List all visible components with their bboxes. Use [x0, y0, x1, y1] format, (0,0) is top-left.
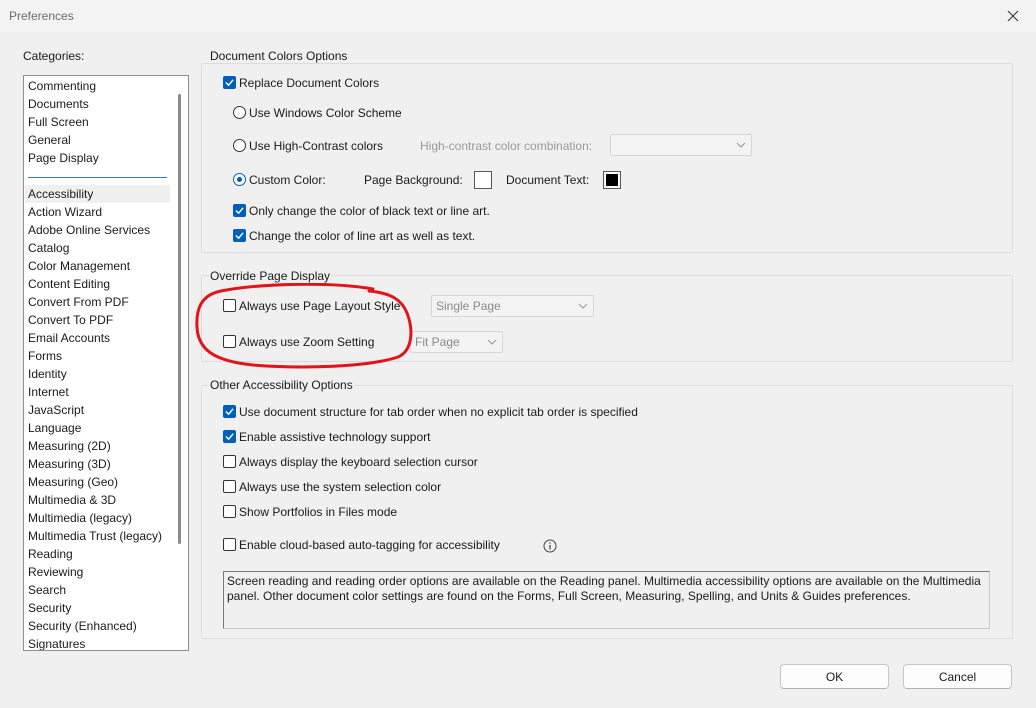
- document-colors-title: Document Colors Options: [209, 49, 349, 63]
- category-item-convert-to-pdf[interactable]: Convert To PDF: [28, 311, 170, 329]
- page-layout-combo-value: Single Page: [436, 299, 501, 313]
- category-item-signatures[interactable]: Signatures: [28, 635, 170, 650]
- checkmark-icon: [225, 79, 234, 87]
- system-selection-color-checkbox[interactable]: [223, 480, 236, 493]
- category-item-identity[interactable]: Identity: [28, 365, 170, 383]
- category-item-accessibility[interactable]: Accessibility: [25, 185, 170, 203]
- category-item-measuring-2d[interactable]: Measuring (2D): [28, 437, 170, 455]
- ok-button[interactable]: OK: [780, 664, 889, 689]
- checkmark-icon: [235, 232, 244, 240]
- category-item-color-management[interactable]: Color Management: [28, 257, 170, 275]
- tab-order-checkbox[interactable]: [223, 405, 236, 418]
- zoom-setting-checkbox[interactable]: [223, 335, 236, 348]
- page-layout-label: Always use Page Layout Style: [239, 299, 401, 313]
- high-contrast-radio[interactable]: [233, 139, 246, 152]
- category-item-general[interactable]: General: [28, 131, 170, 149]
- line-art-label: Change the color of line art as well as …: [249, 229, 476, 243]
- category-item-documents[interactable]: Documents: [28, 95, 170, 113]
- portfolios-files-mode-label: Show Portfolios in Files mode: [239, 505, 398, 519]
- category-item-multimedia-trust-legacy[interactable]: Multimedia Trust (legacy): [28, 527, 170, 545]
- category-divider: [28, 177, 167, 178]
- zoom-setting-combo-value: Fit Page: [415, 335, 460, 349]
- category-item-forms[interactable]: Forms: [28, 347, 170, 365]
- category-item-security[interactable]: Security: [28, 599, 170, 617]
- keyboard-cursor-label: Always display the keyboard selection cu…: [239, 455, 478, 469]
- zoom-setting-combo[interactable]: Fit Page: [410, 331, 503, 353]
- windows-color-scheme-label: Use Windows Color Scheme: [249, 106, 402, 120]
- category-item-javascript[interactable]: JavaScript: [28, 401, 170, 419]
- category-item-convert-from-pdf[interactable]: Convert From PDF: [28, 293, 170, 311]
- title-bar: Preferences: [0, 0, 1036, 32]
- keyboard-cursor-checkbox[interactable]: [223, 455, 236, 468]
- category-item-security-enhanced[interactable]: Security (Enhanced): [28, 617, 170, 635]
- categories-list[interactable]: Commenting Documents Full Screen General…: [23, 75, 189, 651]
- override-page-display-title: Override Page Display: [209, 269, 332, 283]
- category-item-multimedia-legacy[interactable]: Multimedia (legacy): [28, 509, 170, 527]
- category-item-language[interactable]: Language: [28, 419, 170, 437]
- chevron-down-icon: [487, 339, 497, 345]
- category-item-adobe-online-services[interactable]: Adobe Online Services: [28, 221, 170, 239]
- other-accessibility-title: Other Accessibility Options: [209, 378, 354, 392]
- tab-order-label: Use document structure for tab order whe…: [239, 405, 638, 419]
- replace-colors-label: Replace Document Colors: [239, 76, 380, 90]
- category-item-full-screen[interactable]: Full Screen: [28, 113, 170, 131]
- accessibility-info-text: Screen reading and reading order options…: [223, 571, 990, 629]
- document-colors-group: [201, 63, 1013, 253]
- checkmark-icon: [235, 207, 244, 215]
- high-contrast-label: Use High-Contrast colors: [249, 139, 384, 153]
- assistive-tech-label: Enable assistive technology support: [239, 430, 431, 444]
- zoom-setting-label: Always use Zoom Setting: [239, 335, 375, 349]
- custom-color-radio[interactable]: [233, 173, 246, 186]
- category-item-content-editing[interactable]: Content Editing: [28, 275, 170, 293]
- window-title: Preferences: [9, 9, 74, 23]
- line-art-checkbox[interactable]: [233, 229, 246, 242]
- page-layout-combo[interactable]: Single Page: [431, 295, 594, 317]
- document-text-label: Document Text:: [506, 173, 590, 187]
- category-item-reading[interactable]: Reading: [28, 545, 170, 563]
- checkmark-icon: [225, 408, 234, 416]
- page-background-label: Page Background:: [364, 173, 463, 187]
- assistive-tech-checkbox[interactable]: [223, 430, 236, 443]
- checkmark-icon: [225, 433, 234, 441]
- system-selection-color-label: Always use the system selection color: [239, 480, 442, 494]
- category-item-catalog[interactable]: Catalog: [28, 239, 170, 257]
- high-contrast-combo[interactable]: [610, 134, 752, 156]
- windows-color-scheme-radio[interactable]: [233, 106, 246, 119]
- page-background-swatch[interactable]: [474, 171, 492, 189]
- high-contrast-combo-label: High-contrast color combination:: [420, 139, 593, 153]
- category-item-measuring-geo[interactable]: Measuring (Geo): [28, 473, 170, 491]
- auto-tagging-label: Enable cloud-based auto-tagging for acce…: [239, 538, 500, 552]
- category-item-commenting[interactable]: Commenting: [28, 77, 170, 95]
- info-icon[interactable]: [543, 539, 557, 553]
- chevron-down-icon: [578, 303, 588, 309]
- category-item-multimedia-3d[interactable]: Multimedia & 3D: [28, 491, 170, 509]
- category-item-email-accounts[interactable]: Email Accounts: [28, 329, 170, 347]
- portfolios-files-mode-checkbox[interactable]: [223, 505, 236, 518]
- categories-label: Categories:: [23, 49, 85, 63]
- category-item-measuring-3d[interactable]: Measuring (3D): [28, 455, 170, 473]
- custom-color-label: Custom Color:: [249, 173, 326, 187]
- category-item-internet[interactable]: Internet: [28, 383, 170, 401]
- page-layout-checkbox[interactable]: [223, 299, 236, 312]
- only-black-checkbox[interactable]: [233, 204, 246, 217]
- only-black-label: Only change the color of black text or l…: [249, 204, 490, 218]
- document-text-swatch[interactable]: [603, 171, 621, 189]
- auto-tagging-checkbox[interactable]: [223, 538, 236, 551]
- cancel-button[interactable]: Cancel: [903, 664, 1012, 689]
- category-item-search[interactable]: Search: [28, 581, 170, 599]
- category-item-page-display[interactable]: Page Display: [28, 149, 170, 167]
- close-button[interactable]: [990, 0, 1036, 32]
- categories-scrollbar-thumb[interactable]: [178, 94, 181, 544]
- close-icon: [1007, 10, 1019, 22]
- category-item-reviewing[interactable]: Reviewing: [28, 563, 170, 581]
- replace-colors-checkbox[interactable]: [223, 76, 236, 89]
- chevron-down-icon: [736, 142, 746, 148]
- category-item-action-wizard[interactable]: Action Wizard: [28, 203, 170, 221]
